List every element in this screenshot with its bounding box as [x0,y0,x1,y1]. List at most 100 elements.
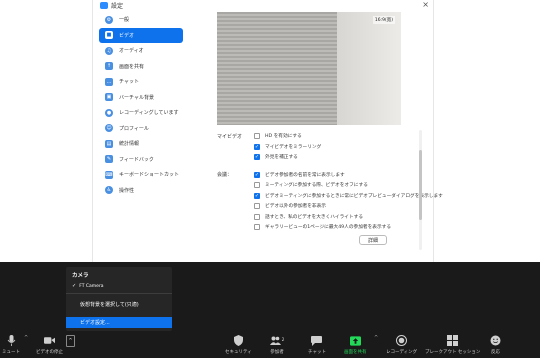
sidebar-item-video[interactable]: ■ ビデオ [99,27,183,43]
security-label: セキュリティ [225,350,252,355]
sidebar-item-keyboard[interactable]: ⌨ キーボードショートカット [99,167,183,183]
option-spotlight-self[interactable]: 話すとき、私のビデオを大きくハイライトする [197,212,429,223]
audio-options-caret[interactable]: ^ [24,335,28,341]
sidebar-item-label: ビデオ [119,32,135,39]
mirror-checkbox[interactable]: ✓ [254,143,260,150]
sidebar-item-label: 統計情報 [119,141,140,148]
breakout-grid-icon [447,335,459,346]
preview-dialog-checkbox[interactable]: ✓ [254,192,260,199]
share-options-caret[interactable]: ^ [374,335,378,341]
participants-button[interactable]: 2 参加者 [268,333,286,358]
sidebar-item-label: チャット [119,79,139,86]
option-label: HD を有効にする [265,134,302,140]
close-button[interactable]: × [422,0,429,9]
keyboard-icon: ⌨ [105,170,113,179]
participants-icon: 2 [268,335,286,346]
security-button[interactable]: セキュリティ [225,333,252,358]
sidebar-item-audio[interactable]: ♫ オーディオ [99,43,183,59]
option-preview-dialog[interactable]: ✓ ビデオミーティングに参加するときに常にビデオプレビューダイアログを表示します [197,191,443,202]
accessibility-icon: ♿ [105,186,113,195]
participants-count: 2 [281,338,285,343]
show-names-checkbox[interactable]: ✓ [254,171,260,178]
sidebar-item-label: 画面を共有 [119,63,145,70]
choose-virtual-background-item[interactable]: 仮想背景を選択して(只適) [66,299,172,310]
video-off-checkbox[interactable] [254,182,260,189]
video-options-caret[interactable]: ^ [66,335,75,347]
option-video-off-on-join[interactable]: ミーティングに参加する際、ビデオをオフにする [197,180,429,191]
option-label: ギャラリービューの1ページに最大49人の参加者を表示する [265,225,392,231]
breakout-label: ブレークアウト セッション [425,350,481,355]
sidebar-item-background[interactable]: ▣ バーチャル背景 [99,90,183,106]
settings-scrollbar[interactable] [419,130,422,250]
video-settings-item[interactable]: ビデオ設定... [66,317,172,328]
video-options: マイビデオ HD を有効にする ✓ マイビデオをミラーリング ✓ 外見を補正する… [197,131,443,233]
sidebar-item-chat[interactable]: … チャット [99,74,183,90]
camera-option[interactable]: ✓ FT Camera [72,283,104,289]
hide-non-video-checkbox[interactable] [254,203,260,210]
share-screen-button[interactable]: 画面を共有 [344,333,367,358]
reactions-label: 反応 [491,350,500,355]
sidebar-item-accessibility[interactable]: ♿ 操作性 [99,183,183,199]
option-label: 話すとき、私のビデオを大きくハイライトする [265,214,364,220]
touch-up-checkbox[interactable]: ✓ [254,154,260,161]
option-label: マイビデオをミラーリング [265,144,322,150]
scrollbar-thumb[interactable] [419,150,422,220]
record-icon [396,335,408,346]
reactions-button[interactable]: 反応 [490,333,501,358]
option-hd[interactable]: マイビデオ HD を有効にする [197,131,429,142]
sidebar-item-label: プロフィール [119,125,149,132]
smiley-icon [490,335,501,346]
record-button[interactable]: レコーディング [386,333,417,358]
chat-icon: … [105,77,113,86]
option-hide-non-video[interactable]: ビデオ以外の参加者を非表示 [197,201,429,212]
option-show-names[interactable]: 会議： ✓ ビデオ参加者の名前を常に表示します [197,170,429,181]
share-screen-label: 画面を共有 [344,350,367,355]
option-label: ビデオミーティングに参加するときに常にビデオプレビューダイアログを表示します [265,193,443,199]
camera-name: FT Camera [79,283,104,289]
check-icon: ✓ [72,283,77,289]
participants-label: 参加者 [270,350,284,355]
aspect-ratio-badge[interactable]: 16:9(宽) [372,16,395,24]
sidebar-item-share-screen[interactable]: ↑ 画面を共有 [99,59,183,75]
mute-button[interactable]: ミュート [2,333,20,358]
feedback-icon: ✎ [105,155,113,164]
option-label: ミーティングに参加する際、ビデオをオフにする [265,183,368,189]
gallery-49-checkbox[interactable] [254,224,260,231]
breakout-rooms-button[interactable]: ブレークアウト セッション [425,333,480,358]
sidebar-item-profile[interactable]: ☺ プロフィール [99,121,183,137]
my-video-label: マイビデオ [217,133,243,140]
hd-checkbox[interactable] [254,133,260,140]
sidebar-item-label: 一般 [119,17,130,24]
settings-sidebar: ⚙ 一般 ■ ビデオ ♫ オーディオ ↑ 画面を共有 … チャット ▣ バーチャ… [99,12,183,198]
zoom-logo-icon [100,2,108,9]
sidebar-item-general[interactable]: ⚙ 一般 [99,12,183,28]
camera-menu: カメラ ✓ FT Camera 仮想背景を選択して(只適) ビデオ設定... [66,267,172,331]
sidebar-item-label: フィードバック [119,156,154,163]
mute-label: ミュート [2,350,20,355]
record-icon: ● [105,108,113,117]
headphones-icon: ♫ [105,46,113,55]
chat-button[interactable]: チャット [308,333,326,358]
background-icon: ▣ [105,93,113,102]
sidebar-item-label: バーチャル背景 [119,94,154,101]
option-label: 外見を補正する [265,155,298,161]
meetings-label: 会議： [217,172,233,179]
option-gallery-49[interactable]: ギャラリービューの1ページに最大49人の参加者を表示する [197,222,429,233]
sidebar-item-recording[interactable]: ● レコーディングしています [99,105,183,121]
video-icon: ■ [105,31,113,40]
option-touch-up[interactable]: ✓ 外見を補正する [197,152,429,163]
chat-label: チャット [308,350,326,355]
option-label: ビデオ参加者の名前を常に表示します [265,172,345,178]
details-button[interactable]: 詳細 [359,235,387,245]
spotlight-checkbox[interactable] [254,213,260,220]
stop-video-button[interactable]: ビデオの停止 [36,333,63,358]
profile-icon: ☺ [105,124,113,133]
option-mirror[interactable]: ✓ マイビデオをミラーリング [197,142,429,153]
share-screen-icon: ↑ [105,62,113,71]
sidebar-item-stats[interactable]: ▤ 統計情報 [99,136,183,152]
titlebar: 設定 × [93,0,433,11]
sidebar-item-feedback[interactable]: ✎ フィードバック [99,152,183,168]
sidebar-item-label: オーディオ [119,48,144,55]
camera-menu-heading: カメラ [72,273,89,279]
meeting-toolbar: ミュート ^ ビデオの停止 セキュリティ 2 参加者 チャット 画面を共有 ^ [0,333,540,358]
